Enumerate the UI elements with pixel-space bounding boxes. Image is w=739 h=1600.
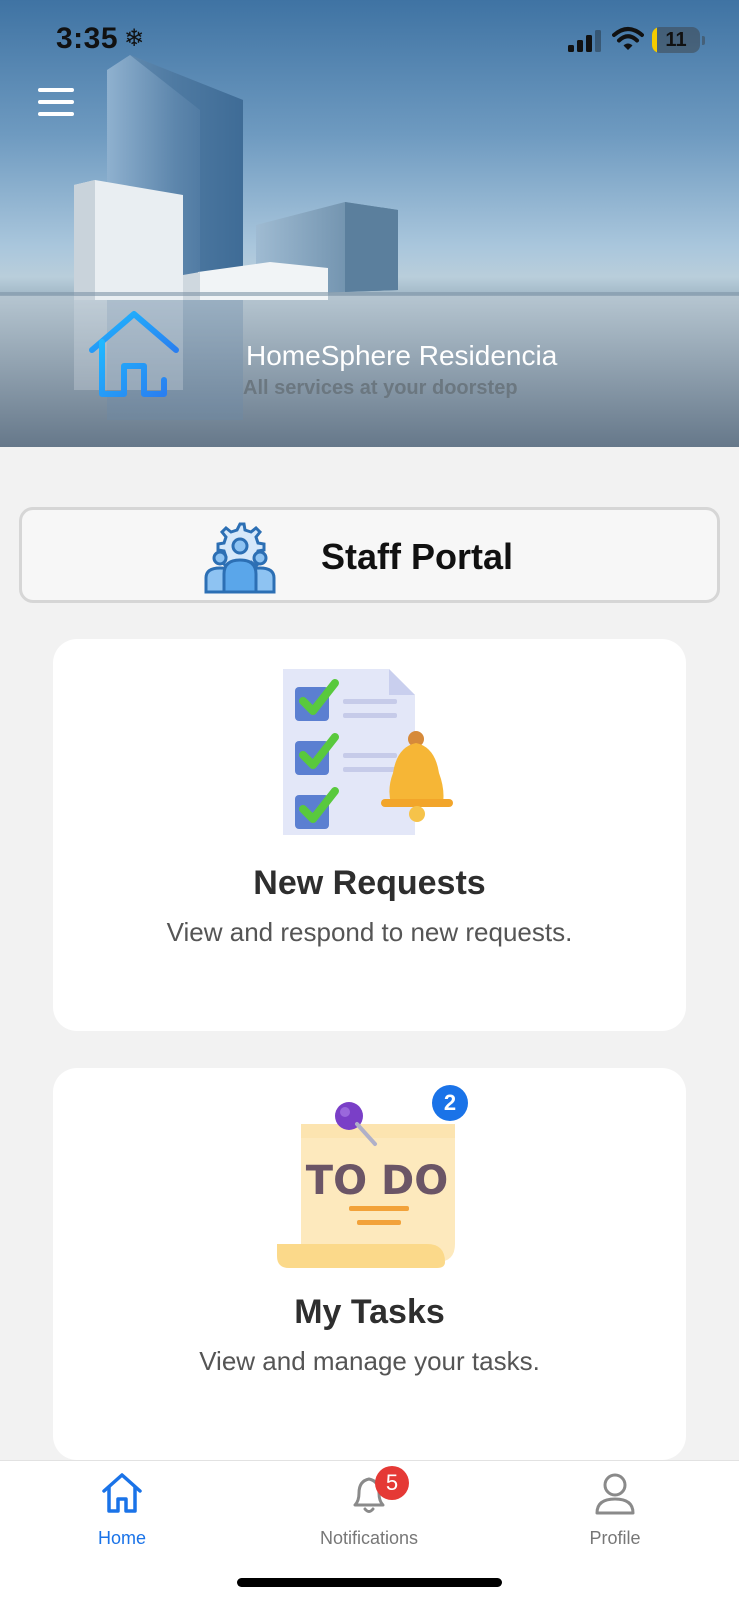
- battery-icon: 11: [652, 27, 700, 53]
- staff-portal-header: Staff Portal: [19, 507, 720, 603]
- tab-label: Home: [97, 1528, 146, 1548]
- battery-level: 11: [665, 29, 687, 51]
- tab-home[interactable]: Home: [42, 1461, 202, 1571]
- page-title: Staff Portal: [321, 536, 514, 577]
- wifi-icon: [612, 27, 644, 50]
- todo-note-icon: TO DO: [277, 1102, 455, 1268]
- tab-notifications[interactable]: 5 Notifications: [289, 1461, 449, 1571]
- signal-bars-icon: [568, 30, 601, 52]
- hero-banner: 3:35 ❄ 11 HomeSphere Residencia All serv…: [0, 0, 739, 447]
- team-gear-icon: [204, 522, 276, 594]
- checklist-bell-icon: [283, 669, 453, 835]
- notifications-badge: 5: [375, 1466, 409, 1500]
- home-icon: [102, 1473, 142, 1513]
- todo-text: TO DO: [306, 1158, 448, 1204]
- battery-cap: [702, 36, 705, 45]
- brand-tagline: All services at your doorstep: [243, 377, 518, 399]
- status-bar: 3:35 ❄ 11: [0, 0, 739, 80]
- house-outline-icon: [89, 311, 179, 397]
- card-title: New Requests: [253, 864, 486, 902]
- status-time: 3:35: [56, 22, 119, 55]
- person-icon: [595, 1473, 635, 1515]
- card-description: View and respond to new requests.: [166, 917, 573, 947]
- snowflake-icon: ❄: [124, 24, 145, 52]
- hamburger-menu-icon[interactable]: [36, 86, 78, 118]
- tab-label: Profile: [589, 1528, 641, 1548]
- card-title: My Tasks: [294, 1293, 445, 1331]
- tab-label: Notifications: [319, 1528, 419, 1548]
- new-requests-card[interactable]: New Requests View and respond to new req…: [53, 639, 686, 1031]
- tasks-count-badge: 2: [432, 1085, 468, 1121]
- my-tasks-card[interactable]: TO DO 2 My Tasks View and manage your ta…: [53, 1068, 686, 1460]
- card-description: View and manage your tasks.: [199, 1346, 540, 1376]
- tab-profile[interactable]: Profile: [535, 1461, 695, 1571]
- brand-title: HomeSphere Residencia: [246, 340, 558, 371]
- home-indicator: [237, 1578, 502, 1587]
